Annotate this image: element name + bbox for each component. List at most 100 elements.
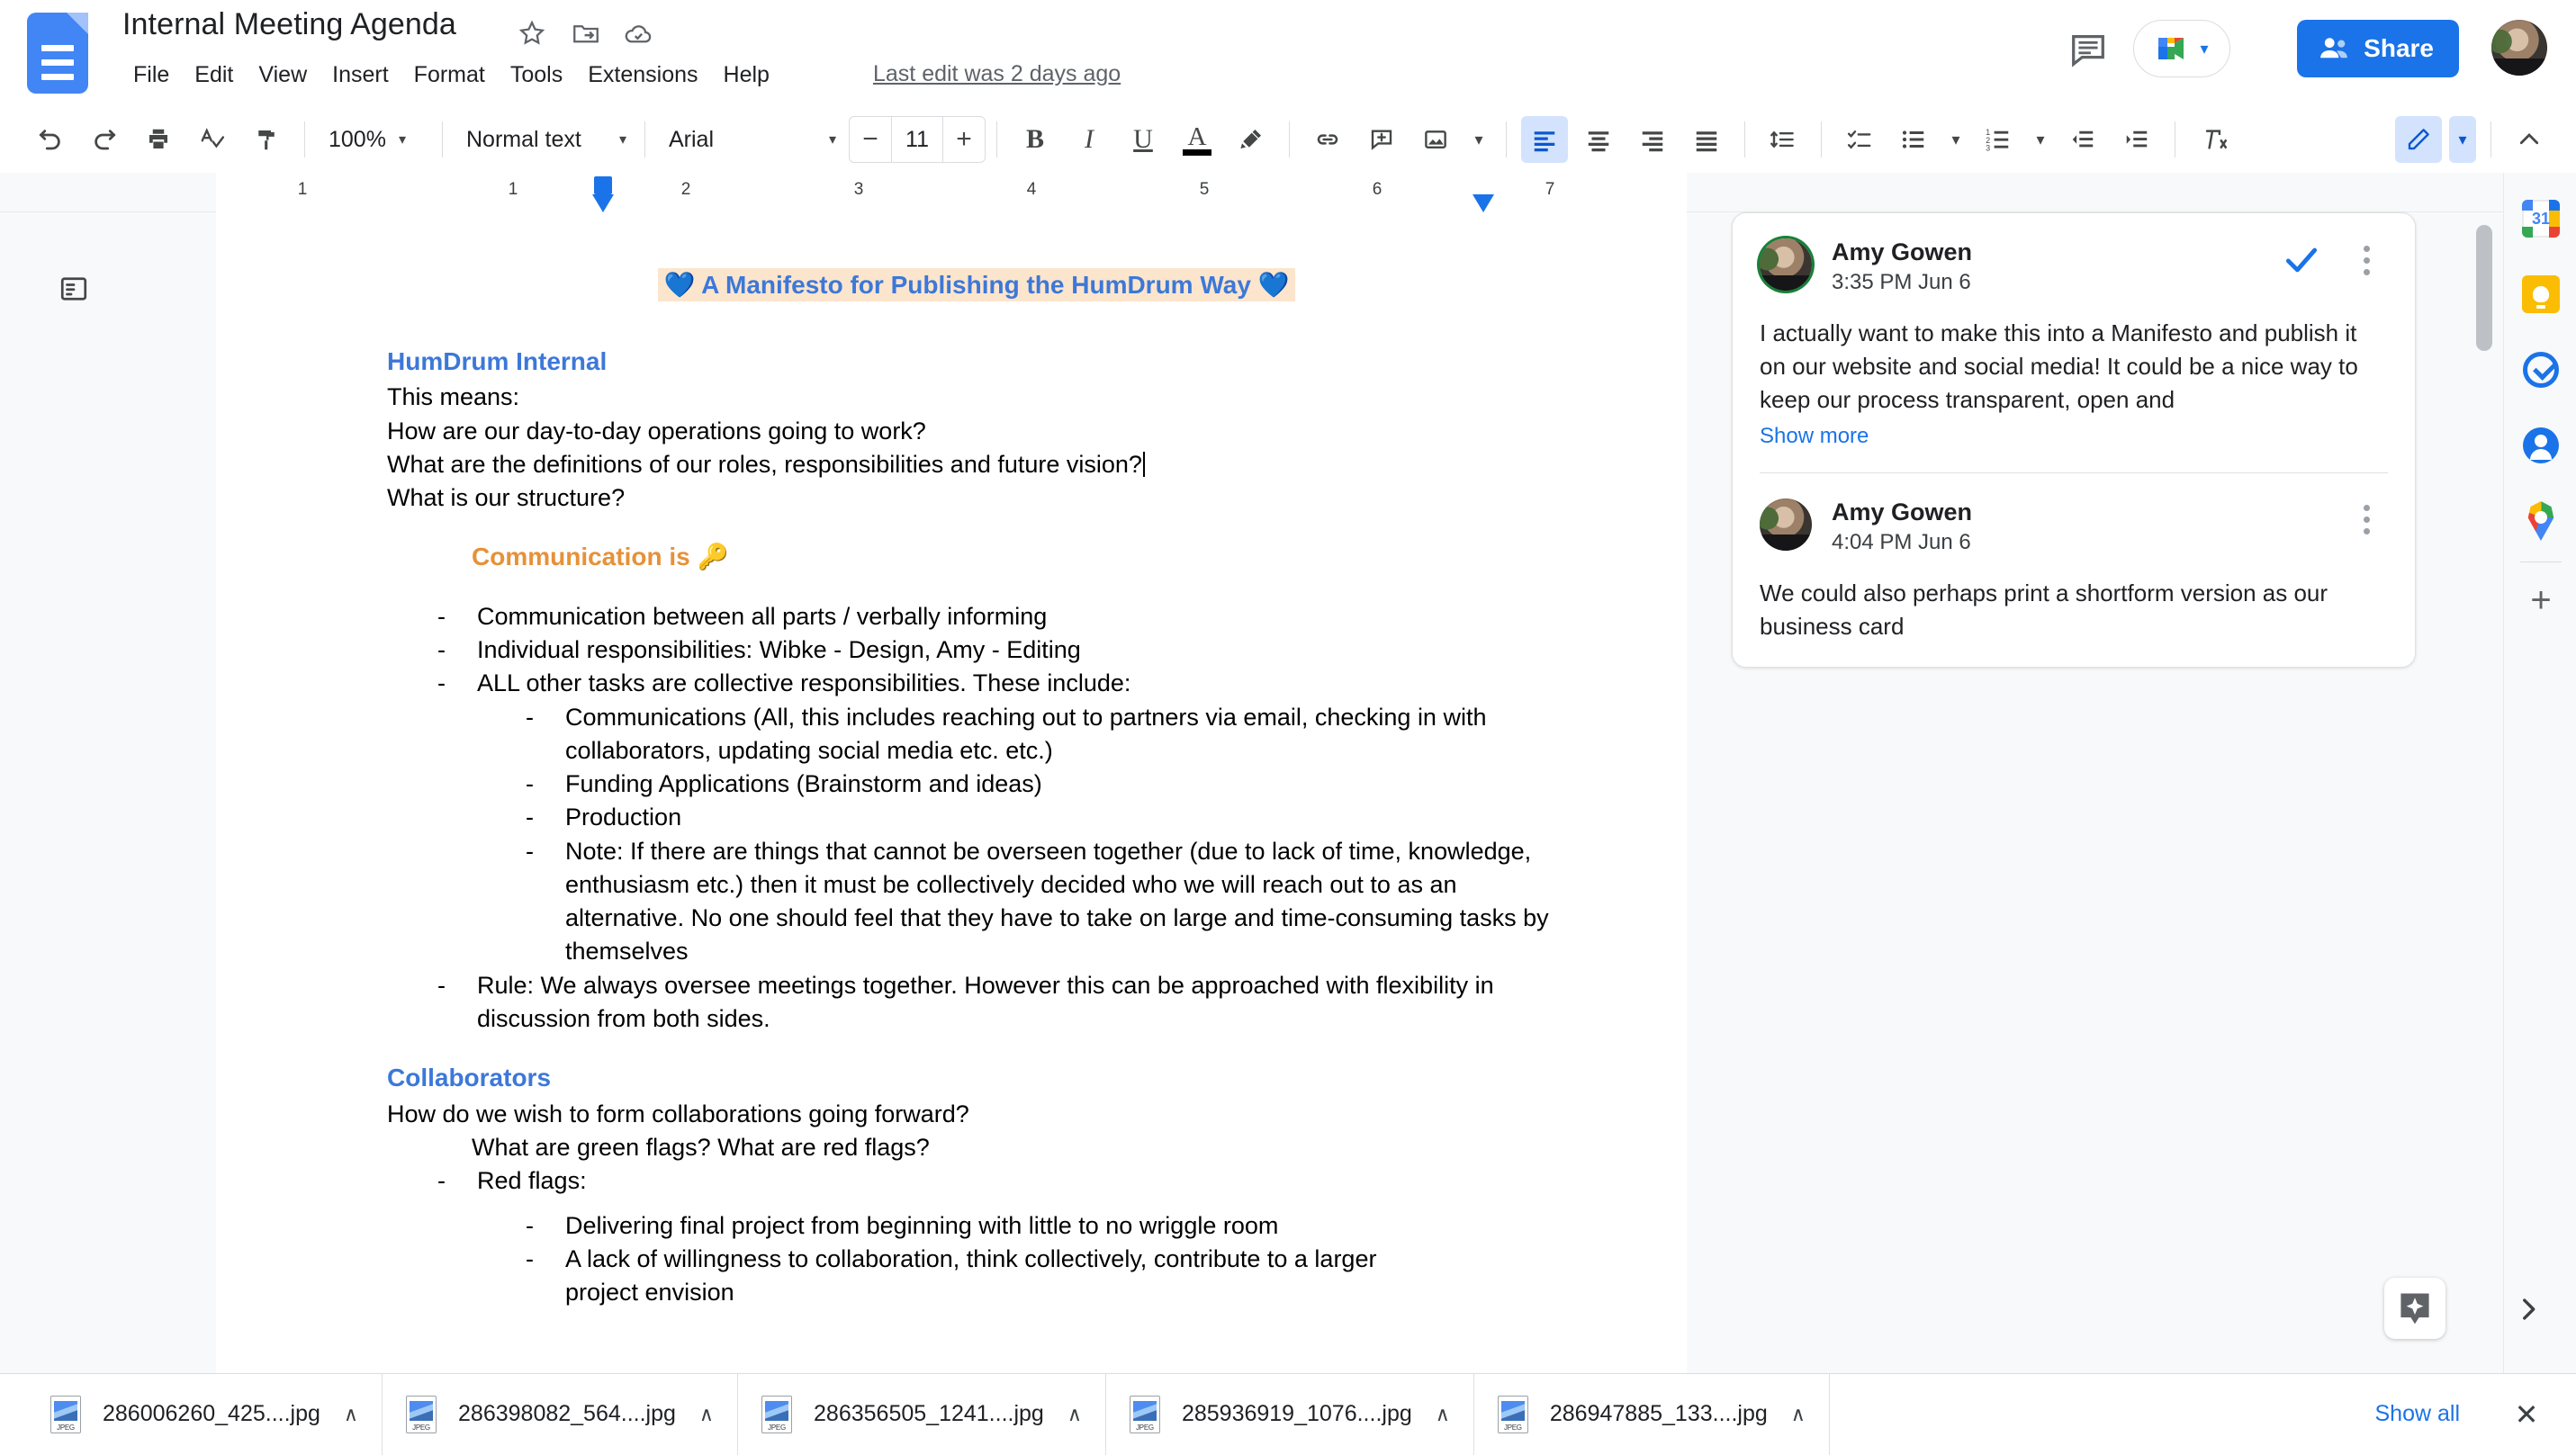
google-docs-logo-icon[interactable] [27, 13, 88, 94]
spellcheck-icon[interactable] [189, 116, 236, 163]
zoom-dropdown[interactable]: 100% ▾ [316, 116, 431, 163]
decrease-indent-icon[interactable] [2059, 116, 2106, 163]
gemini-assist-button[interactable] [2384, 1278, 2445, 1339]
menu-item-format[interactable]: Format [401, 58, 498, 92]
comment-thread[interactable]: Amy Gowen 3:35 PM Jun 6 I actually want … [1732, 212, 2416, 668]
menu-item-help[interactable]: Help [711, 58, 782, 92]
italic-button[interactable]: I [1066, 116, 1112, 163]
last-edit-status[interactable]: Last edit was 2 days ago [873, 61, 1121, 87]
add-apps-plus-icon[interactable]: + [2518, 578, 2563, 623]
editing-mode-button[interactable] [2395, 116, 2442, 163]
download-item[interactable]: JPEG 286398082_564....jpg ∧ [383, 1374, 738, 1455]
first-line-indent-marker[interactable] [594, 176, 612, 194]
show-more-link[interactable]: Show more [1733, 417, 2415, 449]
comment-author-avatar[interactable] [1760, 498, 1812, 551]
menu-item-extensions[interactable]: Extensions [575, 58, 710, 92]
maps-icon[interactable] [2518, 498, 2563, 543]
numbered-list-icon[interactable]: 1 2 3 [1975, 116, 2022, 163]
document-body[interactable]: 💙 A Manifesto for Publishing the HumDrum… [387, 268, 1566, 1309]
sparkle-icon [2395, 1289, 2435, 1328]
comments-panel: Amy Gowen 3:35 PM Jun 6 I actually want … [1732, 212, 2416, 668]
ruler-page-area[interactable]: 1 1 2 3 4 5 6 7 [216, 173, 1687, 212]
comment-timestamp: 4:04 PM Jun 6 [1832, 530, 1972, 555]
menu-item-view[interactable]: View [246, 58, 320, 92]
menu-item-insert[interactable]: Insert [320, 58, 401, 92]
collaborators-bullet-list: Red flags: Delivering final project from… [430, 1164, 1566, 1309]
vertical-scrollbar-thumb[interactable] [2476, 225, 2492, 351]
rail-divider [2520, 561, 2562, 562]
numbered-list-chevron-down-icon[interactable]: ▾ [2029, 116, 2052, 163]
meet-chevron-down-icon[interactable]: ▾ [2200, 40, 2208, 58]
horizontal-ruler[interactable]: 1 1 2 3 4 5 6 7 [0, 173, 2503, 212]
download-chevron-up-icon[interactable]: ∧ [699, 1403, 714, 1426]
paragraph-style-dropdown[interactable]: Normal text ▾ [454, 116, 634, 163]
bulleted-list-icon[interactable] [1890, 116, 1937, 163]
font-size-increase-button[interactable]: + [943, 117, 985, 162]
insert-image-icon[interactable] [1412, 116, 1459, 163]
expand-panel-chevron-right-icon[interactable] [2500, 1281, 2556, 1337]
download-chevron-up-icon[interactable]: ∧ [1791, 1403, 1806, 1426]
document-page[interactable]: 💙 A Manifesto for Publishing the HumDrum… [216, 212, 1687, 1373]
add-comment-icon[interactable] [1358, 116, 1405, 163]
download-item[interactable]: JPEG 286356505_1241....jpg ∧ [738, 1374, 1106, 1455]
print-icon[interactable] [135, 116, 182, 163]
align-center-button[interactable] [1575, 116, 1622, 163]
font-family-value: Arial [669, 127, 714, 153]
redo-icon[interactable] [81, 116, 128, 163]
show-all-downloads-button[interactable]: Show all [2351, 1386, 2485, 1442]
comment-author-avatar[interactable] [1760, 238, 1812, 291]
undo-icon[interactable] [27, 116, 74, 163]
download-chevron-up-icon[interactable]: ∧ [1067, 1403, 1082, 1426]
hide-menus-chevron-up-icon[interactable] [2506, 116, 2553, 163]
checklist-icon[interactable] [1836, 116, 1883, 163]
align-left-button[interactable] [1521, 116, 1568, 163]
user-avatar[interactable] [2491, 20, 2547, 76]
menu-item-file[interactable]: File [121, 58, 182, 92]
download-item[interactable]: JPEG 285936919_1076....jpg ∧ [1106, 1374, 1474, 1455]
doc-line: How do we wish to form collaborations go… [387, 1098, 1566, 1131]
menu-item-edit[interactable]: Edit [182, 58, 246, 92]
google-meet-button[interactable]: ▾ [2133, 20, 2230, 77]
highlight-color-icon[interactable] [1228, 116, 1274, 163]
close-downloads-bar-icon[interactable]: ✕ [2502, 1390, 2551, 1439]
calendar-icon[interactable]: 31 [2518, 196, 2563, 241]
contacts-icon[interactable] [2518, 423, 2563, 468]
right-indent-marker[interactable] [1473, 194, 1494, 212]
paint-format-icon[interactable] [243, 116, 290, 163]
keep-icon[interactable] [2518, 272, 2563, 317]
comment-history-icon[interactable] [2067, 29, 2109, 70]
increase-indent-icon[interactable] [2113, 116, 2160, 163]
insert-link-icon[interactable] [1304, 116, 1351, 163]
share-button[interactable]: Share [2297, 20, 2459, 77]
font-size-decrease-button[interactable]: − [850, 117, 891, 162]
move-to-folder-icon[interactable] [571, 18, 601, 49]
editing-mode-chevron-down-icon[interactable]: ▾ [2449, 116, 2476, 163]
show-document-outline-icon[interactable] [47, 262, 101, 316]
download-chevron-up-icon[interactable]: ∧ [1436, 1403, 1450, 1426]
align-right-button[interactable] [1629, 116, 1676, 163]
tasks-icon[interactable] [2518, 347, 2563, 392]
font-family-dropdown[interactable]: Arial ▾ [656, 116, 843, 163]
insert-image-chevron-down-icon[interactable]: ▾ [1466, 116, 1491, 163]
justify-button[interactable] [1683, 116, 1730, 163]
clear-formatting-icon[interactable] [2190, 116, 2237, 163]
underline-button[interactable]: U [1120, 116, 1166, 163]
comment-more-options-icon[interactable] [2348, 500, 2384, 540]
bold-button[interactable]: B [1012, 116, 1058, 163]
text-color-button[interactable]: A [1174, 116, 1220, 163]
star-icon[interactable] [517, 18, 547, 49]
font-size-stepper[interactable]: − 11 + [849, 116, 986, 163]
menu-item-tools[interactable]: Tools [498, 58, 575, 92]
comment-more-options-icon[interactable] [2348, 240, 2384, 280]
bulleted-list-chevron-down-icon[interactable]: ▾ [1944, 116, 1968, 163]
download-item[interactable]: JPEG 286006260_425....jpg ∧ [27, 1374, 383, 1455]
download-chevron-up-icon[interactable]: ∧ [344, 1403, 358, 1426]
left-indent-marker[interactable] [592, 194, 614, 212]
download-item[interactable]: JPEG 286947885_133....jpg ∧ [1474, 1374, 1830, 1455]
font-size-input[interactable]: 11 [891, 117, 943, 162]
resolve-comment-check-icon[interactable] [2282, 240, 2321, 280]
document-title[interactable]: Internal Meeting Agenda [122, 7, 456, 42]
toolbar-divider [304, 121, 305, 157]
line-spacing-icon[interactable] [1760, 116, 1806, 163]
cloud-saved-icon[interactable] [623, 18, 653, 49]
